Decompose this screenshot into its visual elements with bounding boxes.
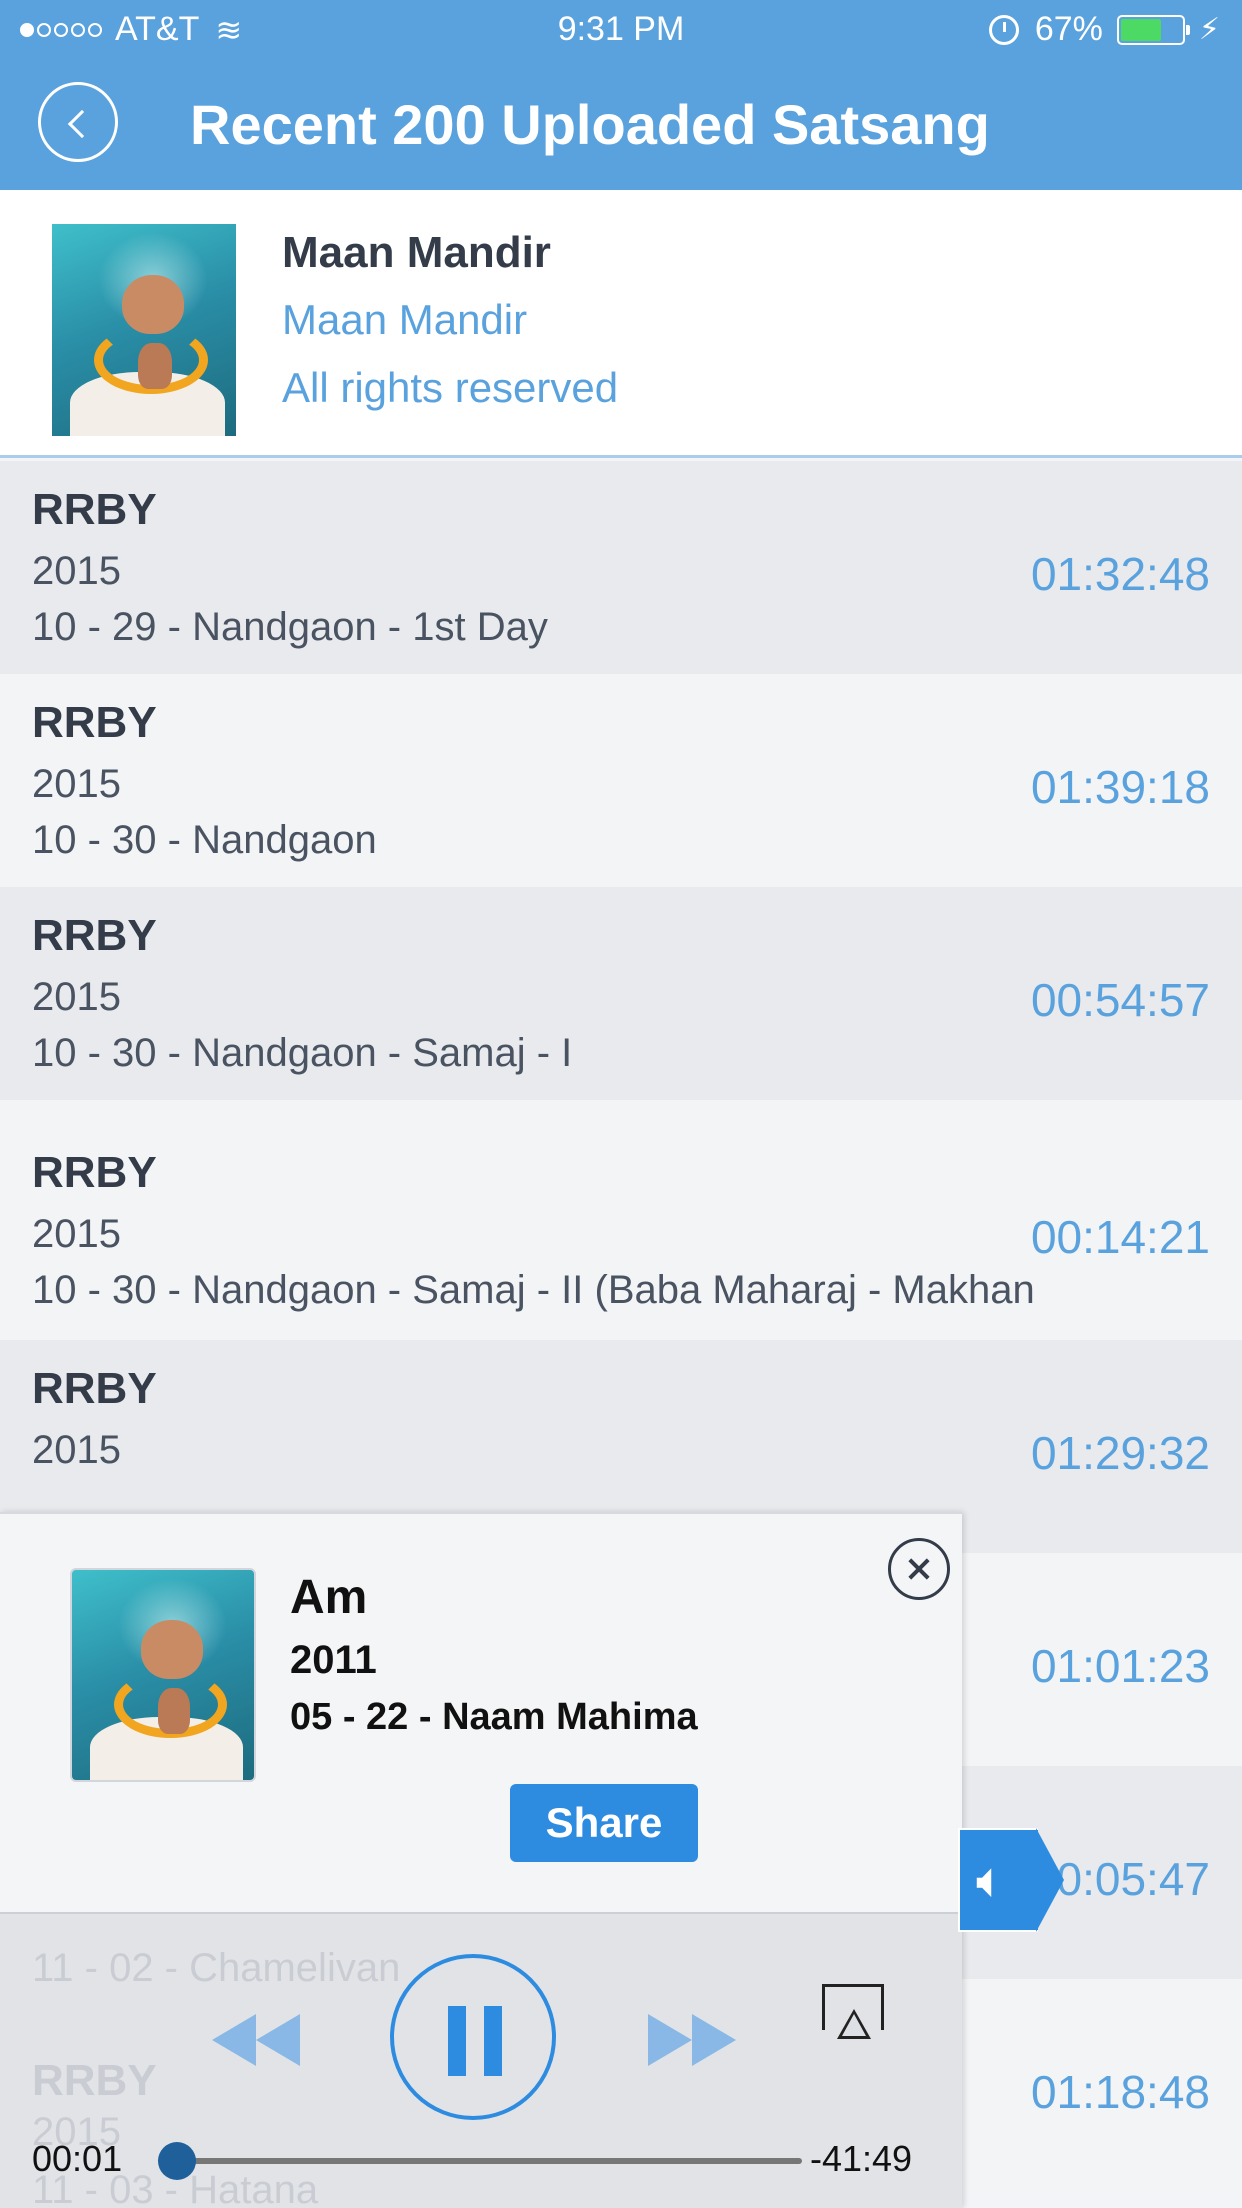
page-title: Recent 200 Uploaded Satsang bbox=[190, 93, 990, 156]
nav-bar: AT&T ≋ 9:31 PM 67% ⚡ Recent 200 Uploaded… bbox=[0, 0, 1242, 190]
item-year: 2015 bbox=[32, 1212, 121, 1256]
pause-button[interactable] bbox=[390, 1954, 556, 2120]
channel-info: Maan Mandir Maan Mandir All rights reser… bbox=[0, 190, 1242, 458]
mini-player: Am 2011 05 - 22 - Naam Mahima Share 11 -… bbox=[0, 1512, 962, 2208]
item-year: 2015 bbox=[32, 975, 121, 1019]
pause-icon bbox=[448, 2006, 466, 2076]
item-desc: 10 - 29 - Nandgaon - 1st Day bbox=[32, 605, 548, 649]
airplay-icon[interactable] bbox=[822, 1984, 884, 2039]
alarm-icon bbox=[988, 14, 1019, 45]
item-year: 2015 bbox=[32, 549, 121, 593]
track-artwork bbox=[70, 1568, 256, 1782]
item-title: RRBY bbox=[32, 911, 157, 960]
item-duration: 00:14:21 bbox=[1030, 1211, 1210, 1263]
playback-controls: 11 - 02 - Chamelivan RRBY 2015 11 - 03 -… bbox=[0, 1912, 962, 2208]
list-item[interactable]: RRBY 2015 10 - 30 - Nandgaon 01:39:18 bbox=[0, 674, 1242, 887]
item-year: 2015 bbox=[32, 762, 121, 806]
item-desc: 10 - 30 - Nandgaon - Samaj - I bbox=[32, 1031, 573, 1075]
list-item[interactable]: RRBY 2015 10 - 29 - Nandgaon - 1st Day 0… bbox=[0, 461, 1242, 674]
track-desc: 05 - 22 - Naam Mahima bbox=[290, 1696, 698, 1738]
item-desc: 10 - 30 - Nandgaon - Samaj - II (Baba Ma… bbox=[32, 1268, 1035, 1312]
list-item[interactable]: RRBY 2015 10 - 30 - Nandgaon - Samaj - I… bbox=[0, 1100, 1242, 1340]
item-duration: 01:18:48 bbox=[1030, 2066, 1210, 2118]
fast-forward-icon[interactable] bbox=[648, 2014, 736, 2066]
rights-link[interactable]: All rights reserved bbox=[282, 364, 618, 412]
elapsed-time: 00:01 bbox=[32, 2138, 123, 2179]
battery-icon bbox=[1116, 14, 1190, 45]
progress-track[interactable] bbox=[176, 2158, 802, 2164]
remaining-time: -41:49 bbox=[810, 2138, 913, 2179]
item-duration: 01:32:48 bbox=[1030, 548, 1210, 600]
ghost-list-title: RRBY bbox=[32, 2056, 157, 2105]
battery-percent: 67% bbox=[1034, 10, 1103, 48]
progress-knob[interactable] bbox=[158, 2142, 196, 2180]
item-title: RRBY bbox=[32, 485, 157, 534]
chevron-left-icon bbox=[67, 109, 97, 139]
item-duration: 01:01:23 bbox=[1030, 1640, 1210, 1692]
status-right: 67% ⚡ bbox=[988, 10, 1220, 49]
item-desc: 10 - 30 - Nandgaon bbox=[32, 818, 377, 862]
item-title: RRBY bbox=[32, 1148, 157, 1197]
charging-icon: ⚡ bbox=[1198, 13, 1220, 46]
channel-subtitle[interactable]: Maan Mandir bbox=[282, 296, 527, 344]
channel-thumbnail bbox=[52, 224, 236, 436]
list-item[interactable]: RRBY 2015 10 - 30 - Nandgaon - Samaj - I… bbox=[0, 887, 1242, 1100]
close-icon[interactable] bbox=[888, 1538, 950, 1600]
status-bar: AT&T ≋ 9:31 PM 67% ⚡ bbox=[0, 0, 1242, 58]
share-button[interactable]: Share bbox=[510, 1784, 698, 1862]
speaker-icon: 🔈︎ bbox=[976, 1852, 1006, 1908]
item-duration: 01:29:32 bbox=[1030, 1427, 1210, 1479]
item-title: RRBY bbox=[32, 698, 157, 747]
volume-button[interactable]: 🔈︎ bbox=[958, 1828, 1066, 1932]
rewind-icon[interactable] bbox=[212, 2014, 300, 2066]
track-year: 2011 bbox=[290, 1638, 377, 1682]
item-duration: 00:54:57 bbox=[1030, 974, 1210, 1026]
item-year: 2015 bbox=[32, 1428, 121, 1472]
track-title: Am bbox=[290, 1571, 368, 1624]
item-duration: 01:39:18 bbox=[1030, 761, 1210, 813]
back-button[interactable] bbox=[38, 82, 118, 162]
ghost-list-desc: 11 - 02 - Chamelivan bbox=[32, 1946, 401, 1990]
channel-title: Maan Mandir bbox=[282, 228, 551, 277]
item-title: RRBY bbox=[32, 1364, 157, 1413]
